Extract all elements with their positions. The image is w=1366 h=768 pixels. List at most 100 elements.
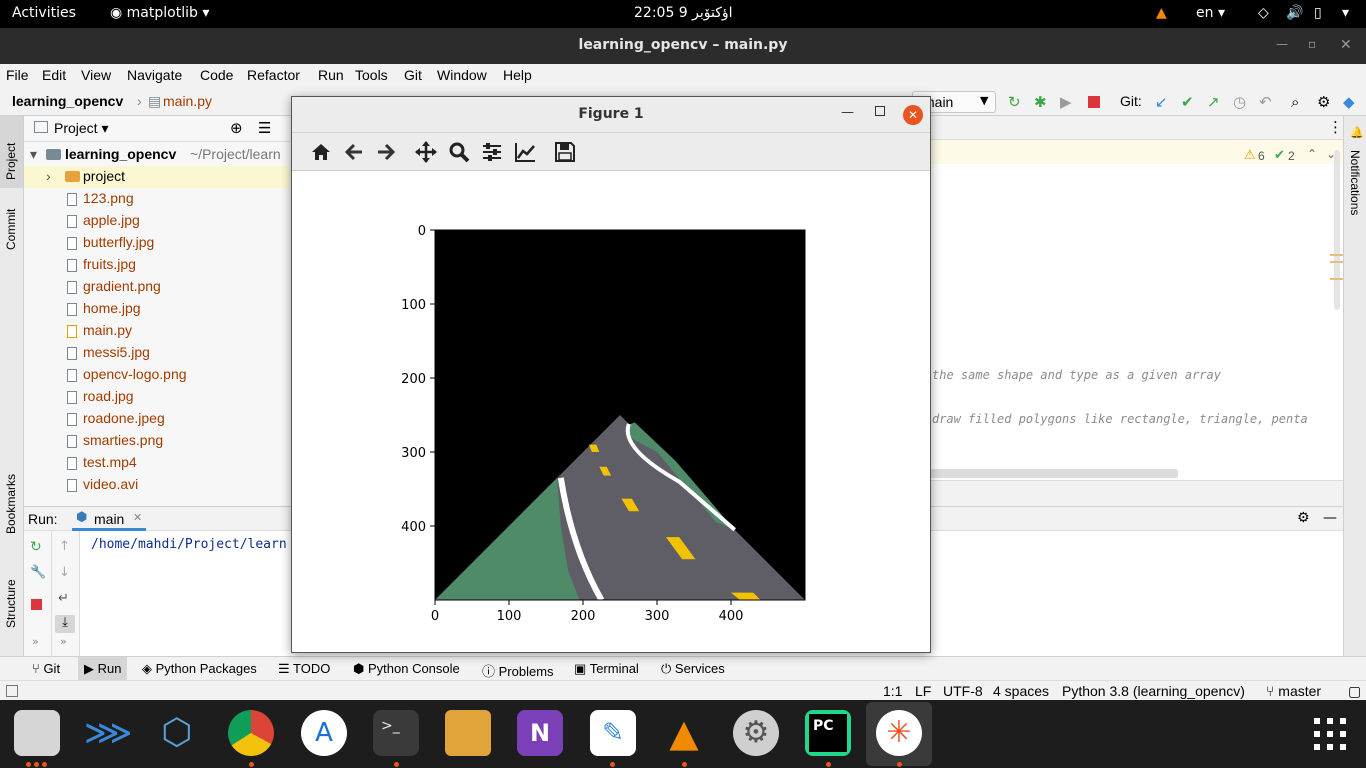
more-icon[interactable]: »	[32, 635, 39, 648]
plot-svg[interactable]: 0 0 100 100 200 200 300 300 400 400	[292, 171, 930, 652]
tree-file-item[interactable]: messi5.jpg	[83, 344, 150, 360]
chevron-up-icon[interactable]: ⌃	[1307, 147, 1317, 161]
network-icon[interactable]: ◇	[1258, 5, 1269, 21]
forward-icon[interactable]	[375, 141, 397, 163]
more-icon[interactable]: »	[60, 635, 67, 648]
menu-code[interactable]: Code	[200, 67, 233, 83]
minimize-icon[interactable]: —	[841, 105, 854, 120]
commit-tool-tab[interactable]: Commit	[0, 200, 23, 264]
clock[interactable]: 22:05 9 اؤکتۆبر	[634, 5, 733, 21]
chevron-down-icon[interactable]: ▾	[30, 146, 37, 163]
tool-tab-services[interactable]: ⏻ Services	[661, 661, 725, 677]
rerun-icon[interactable]: ↻	[30, 539, 42, 555]
figure-canvas[interactable]: 0 0 100 100 200 200 300 300 400 400	[292, 171, 930, 652]
run-tab-main[interactable]: ⬢ main ✕	[72, 507, 146, 531]
locate-icon[interactable]: ⊕	[230, 120, 243, 136]
menu-help[interactable]: Help	[503, 67, 532, 83]
rollback-icon[interactable]: ↶	[1259, 94, 1272, 110]
menu-git[interactable]: Git	[404, 67, 422, 83]
minimize-panel-icon[interactable]: —	[1323, 510, 1337, 526]
soft-wrap-icon[interactable]: ↵	[58, 591, 69, 606]
vscode-app-icon[interactable]: ⋙	[84, 710, 132, 756]
maximize-icon[interactable]: ▫	[1308, 37, 1316, 51]
menu-tools[interactable]: Tools	[355, 67, 388, 83]
subplots-config-icon[interactable]	[481, 141, 503, 163]
activities-button[interactable]: Activities	[12, 5, 76, 21]
show-applications-icon[interactable]	[1314, 718, 1346, 750]
tree-file-item[interactable]: home.jpg	[83, 300, 141, 316]
tree-file-item[interactable]: butterfly.jpg	[83, 234, 154, 250]
plugin-icon[interactable]: ◆	[1343, 94, 1355, 110]
tree-file-item[interactable]: smarties.png	[83, 432, 163, 448]
tree-file-item[interactable]: gradient.png	[83, 278, 161, 294]
project-view-select[interactable]: Project ▾	[54, 120, 109, 137]
tree-file-item[interactable]: apple.jpg	[83, 212, 140, 228]
tool-tab-problems[interactable]: ⓘ Problems	[482, 661, 554, 680]
gear-icon[interactable]: ⚙	[1317, 94, 1330, 110]
collapse-all-icon[interactable]: ☰	[258, 120, 271, 136]
text-editor-app-icon[interactable]: ✎	[590, 710, 636, 756]
vertical-scrollbar[interactable]	[1334, 150, 1340, 310]
arrow-up-icon[interactable]: ↑	[59, 539, 70, 554]
close-icon[interactable]: ✕	[903, 105, 923, 125]
chrome-app-icon[interactable]	[228, 710, 274, 756]
breadcrumb-project[interactable]: learning_opencv	[12, 93, 123, 109]
tree-file-item[interactable]: opencv-logo.png	[83, 366, 187, 382]
menu-navigate[interactable]: Navigate	[127, 67, 182, 83]
edit-axes-icon[interactable]	[514, 141, 536, 163]
history-icon[interactable]: ◷	[1233, 94, 1246, 110]
tree-file-item[interactable]: roadone.jpeg	[83, 410, 165, 426]
bookmarks-tool-tab[interactable]: Bookmarks	[0, 466, 23, 552]
tree-file-item[interactable]: road.jpg	[83, 388, 134, 404]
more-actions-icon[interactable]: ⋮	[1328, 118, 1343, 136]
tool-tab-git[interactable]: ⑂ Git	[32, 661, 60, 676]
battery-icon[interactable]: ▯	[1314, 5, 1322, 21]
matplotlib-app-icon[interactable]: ✳	[876, 710, 922, 756]
toggle-tool-windows-icon[interactable]	[6, 685, 18, 697]
coverage-icon[interactable]: ▶	[1060, 94, 1072, 110]
indent-setting[interactable]: 4 spaces	[993, 683, 1049, 699]
horizontal-scrollbar[interactable]	[930, 469, 1178, 478]
tool-tab-python-packages[interactable]: ◈ Python Packages	[142, 661, 257, 677]
git-commit-icon[interactable]: ✔	[1181, 94, 1194, 110]
scroll-to-end-icon[interactable]: ⤓	[55, 615, 75, 633]
gear-icon[interactable]: ⚙	[1297, 510, 1310, 526]
menu-edit[interactable]: Edit	[42, 67, 66, 83]
python-interpreter[interactable]: Python 3.8 (learning_opencv)	[1062, 683, 1245, 699]
terminal-app-icon[interactable]: >_	[373, 710, 419, 756]
tree-file-item[interactable]: test.mp4	[83, 454, 137, 470]
code-editor[interactable]: ⚠ 6 ✔ 2 ⌃ ⌄ the same shape and type as a…	[930, 140, 1343, 480]
app-menu[interactable]: ◉ matplotlib ▾	[110, 5, 209, 21]
pan-icon[interactable]	[415, 141, 437, 163]
store-app-icon[interactable]: A	[301, 710, 347, 756]
tool-tab-todo[interactable]: ☰ TODO	[278, 661, 330, 677]
file-encoding[interactable]: UTF-8	[943, 683, 983, 699]
search-icon[interactable]: ⌕	[1291, 94, 1299, 110]
vlc-tray-icon[interactable]: ▲	[1156, 5, 1167, 21]
close-icon[interactable]: ✕	[133, 511, 142, 524]
menu-run[interactable]: Run	[318, 67, 344, 83]
lock-icon[interactable]: ▢	[1348, 683, 1361, 700]
project-tool-tab[interactable]: Project	[0, 116, 23, 188]
tool-tab-python-console[interactable]: ⬢ Python Console	[353, 661, 460, 677]
breadcrumb-file[interactable]: main.py	[163, 93, 212, 109]
rhythmbox-app-icon[interactable]	[445, 710, 491, 756]
tree-file-item[interactable]: video.avi	[83, 476, 138, 492]
save-icon[interactable]	[554, 141, 576, 163]
stop-icon[interactable]	[31, 599, 42, 610]
tree-file-item[interactable]: main.py	[83, 322, 132, 338]
wrench-icon[interactable]: 🔧	[30, 565, 46, 580]
notifications-tool-tab[interactable]: 🔔 Notifications	[1344, 122, 1366, 222]
menu-view[interactable]: View	[81, 67, 111, 83]
back-icon[interactable]	[343, 141, 365, 163]
files-app-icon[interactable]	[14, 710, 60, 756]
git-update-icon[interactable]: ↙	[1155, 94, 1168, 110]
caret-position[interactable]: 1:1	[883, 683, 902, 699]
tree-row-project-folder[interactable]: › project	[24, 166, 290, 188]
git-push-icon[interactable]: ↗	[1207, 94, 1220, 110]
rerun-icon[interactable]: ↻	[1008, 94, 1021, 110]
chevron-right-icon[interactable]: ›	[46, 168, 51, 184]
home-icon[interactable]	[310, 141, 332, 163]
language-indicator[interactable]: en ▾	[1196, 5, 1225, 21]
warning-icon[interactable]: ⚠	[1244, 148, 1256, 163]
